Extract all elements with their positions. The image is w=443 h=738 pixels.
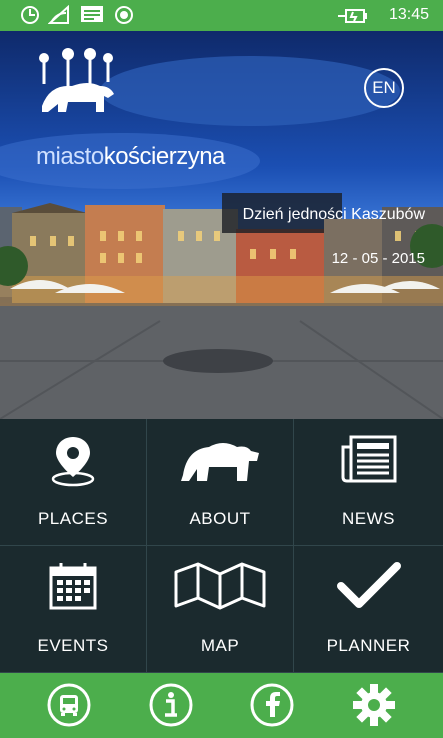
news-tile[interactable]: NEWS [294, 419, 443, 546]
brand-prefix: miasto [36, 143, 104, 170]
map-pin-icon [51, 437, 95, 487]
bear-tree-logo-icon [39, 48, 114, 112]
message-icon [81, 6, 103, 22]
planner-tile[interactable]: PLANNER [294, 546, 443, 673]
events-tile[interactable]: EVENTS [0, 546, 147, 673]
main-menu: PLACES ABOUT NEWS EVENTS MAP PLANNER [0, 419, 443, 673]
hero-image[interactable]: miastokościerzyna EN Dzień jedności Kasz… [0, 31, 443, 419]
record-icon [115, 6, 133, 24]
checkmark-icon [336, 562, 401, 608]
language-button[interactable]: EN [364, 68, 404, 108]
gear-icon[interactable] [352, 683, 396, 727]
event-title[interactable]: Dzień jedności Kaszubów [243, 206, 425, 224]
map-label: MAP [200, 636, 240, 655]
about-tile[interactable]: ABOUT [147, 419, 294, 546]
status-time: 13:45 [388, 6, 429, 23]
bear-icon [181, 443, 259, 481]
calendar-icon [49, 563, 97, 610]
brand-suffix: kościerzyna [103, 143, 226, 170]
facebook-icon[interactable] [250, 683, 294, 727]
signal-icon [21, 6, 39, 24]
wifi-icon [48, 5, 69, 24]
brand-wordmark: miastokościerzyna [36, 143, 225, 171]
bus-icon[interactable] [47, 683, 91, 727]
map-tile[interactable]: MAP [147, 546, 294, 673]
places-label: PLACES [37, 509, 109, 528]
places-tile[interactable]: PLACES [0, 419, 147, 546]
about-label: ABOUT [189, 509, 251, 528]
event-date: 12 - 05 - 2015 [331, 250, 425, 267]
news-label: NEWS [342, 509, 395, 528]
newspaper-icon [341, 435, 396, 483]
bottom-app-bar [0, 673, 443, 738]
info-icon[interactable] [149, 683, 193, 727]
events-label: EVENTS [37, 636, 109, 655]
status-bar: 13:45 [0, 0, 443, 31]
battery-charging-icon [338, 9, 367, 23]
folded-map-icon [174, 562, 266, 610]
planner-label: PLANNER [326, 636, 411, 655]
